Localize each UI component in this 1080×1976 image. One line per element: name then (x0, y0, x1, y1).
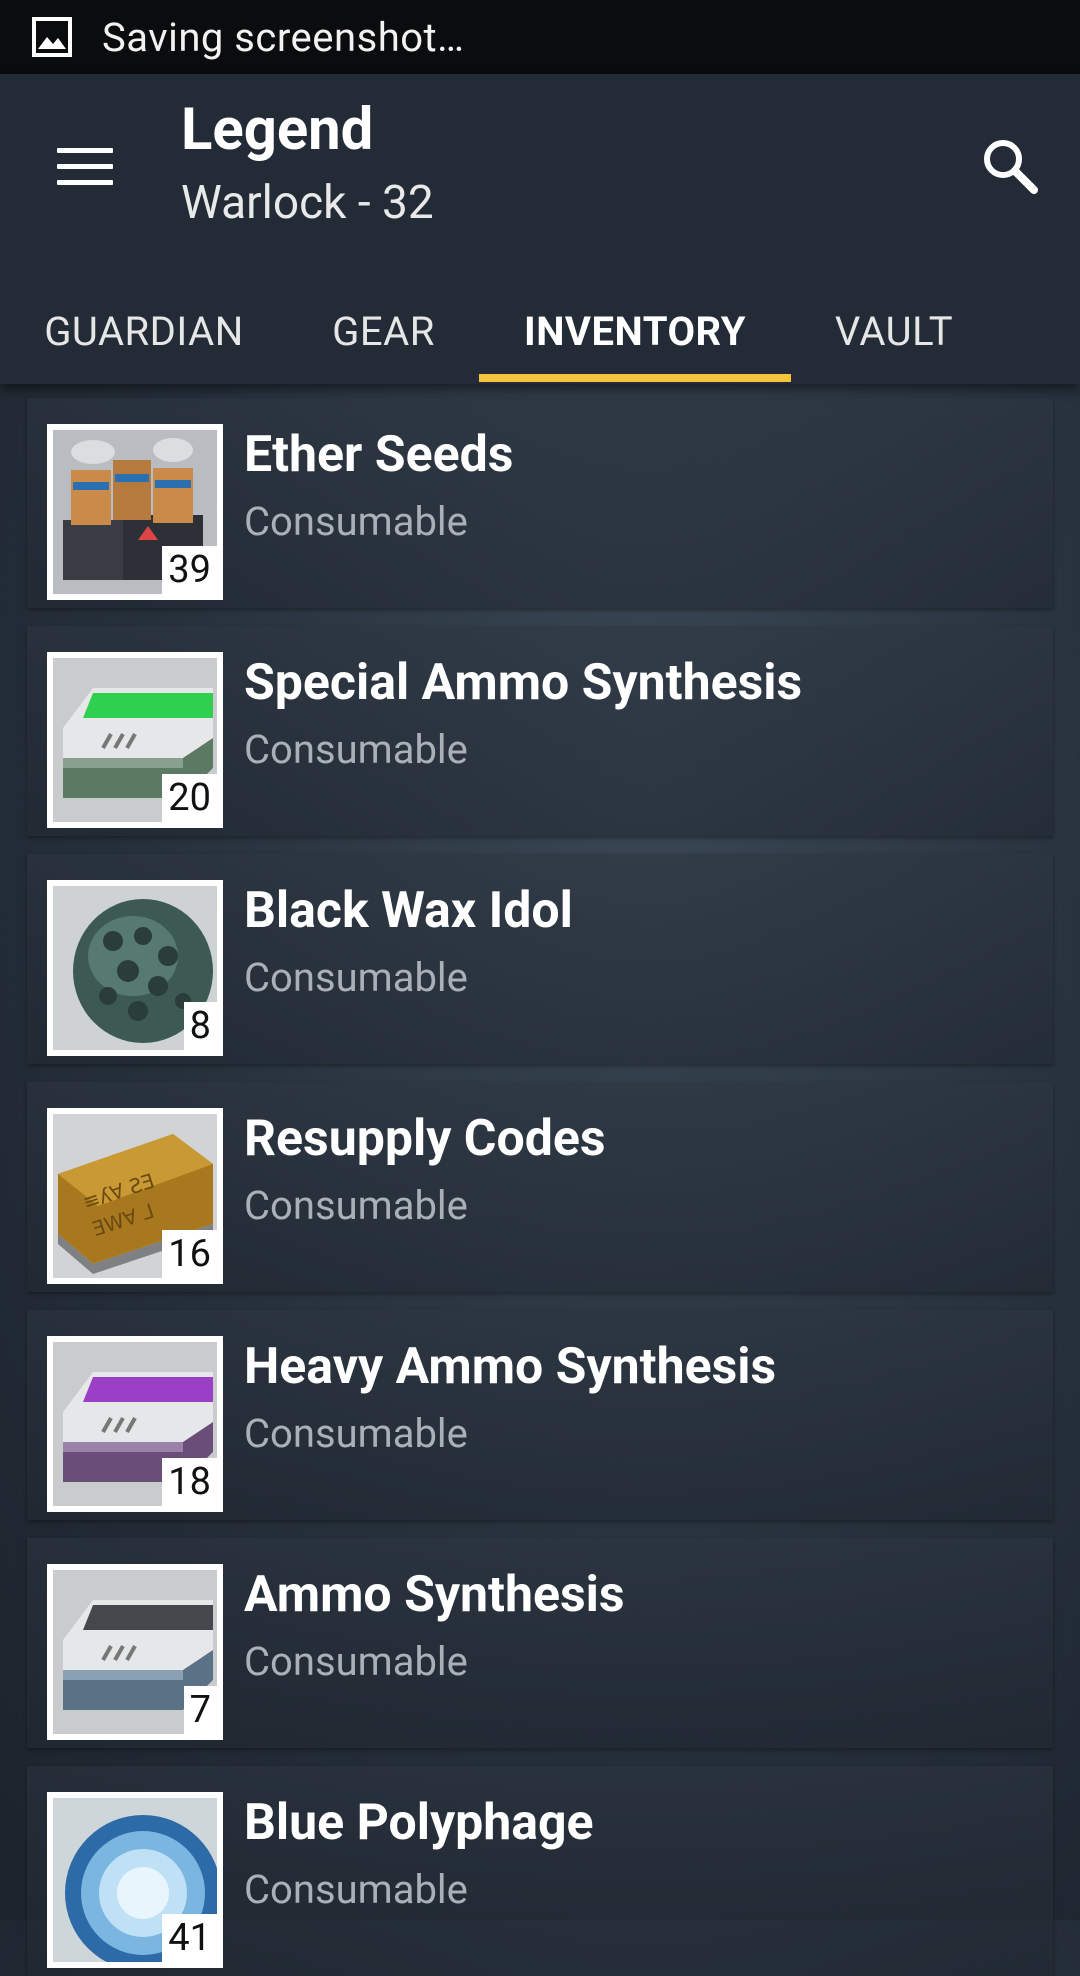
item-type: Consumable (244, 954, 468, 1001)
search-icon (984, 140, 1038, 194)
page-subtitle: Warlock - 32 (181, 176, 434, 230)
item-thumbnail: 8 (47, 880, 223, 1056)
hamburger-icon (57, 148, 113, 186)
list-item[interactable]: 7 Ammo Synthesis Consumable (27, 1538, 1053, 1748)
list-item[interactable]: 8 Black Wax Idol Consumable (27, 854, 1053, 1064)
item-thumbnail: 18 (47, 1336, 223, 1512)
item-quantity: 41 (162, 1914, 217, 1962)
tab-inventory[interactable]: INVENTORY (479, 278, 791, 384)
item-quantity: 20 (162, 774, 217, 822)
menu-button[interactable] (40, 122, 130, 212)
item-name: Blue Polyphage (244, 1794, 594, 1852)
item-name: Ammo Synthesis (244, 1566, 625, 1624)
item-quantity: 7 (183, 1686, 217, 1734)
list-item[interactable]: 39 Ether Seeds Consumable (27, 398, 1053, 608)
search-button[interactable] (970, 126, 1050, 206)
item-thumbnail: 20 (47, 652, 223, 828)
item-name: Ether Seeds (244, 426, 514, 484)
item-type: Consumable (244, 1866, 468, 1913)
list-item[interactable]: 20 Special Ammo Synthesis Consumable (27, 626, 1053, 836)
item-thumbnail: 41 (47, 1792, 223, 1968)
item-name: Special Ammo Synthesis (244, 654, 803, 712)
tab-vault[interactable]: VAULT (791, 278, 997, 384)
item-thumbnail: 7 (47, 1564, 223, 1740)
app-bar: Legend Warlock - 32 GUARDIAN GEAR INVENT… (0, 74, 1080, 384)
image-icon (32, 17, 72, 57)
item-type: Consumable (244, 1638, 468, 1685)
item-quantity: 18 (162, 1458, 217, 1506)
tab-bar: GUARDIAN GEAR INVENTORY VAULT (0, 278, 1080, 384)
page-title: Legend (181, 96, 374, 164)
status-text: Saving screenshot… (102, 13, 465, 61)
list-item[interactable]: 18 Heavy Ammo Synthesis Consumable (27, 1310, 1053, 1520)
item-thumbnail: ≡ʎ∀ ƧƎ ƎW∀ ⅃ 16 (47, 1108, 223, 1284)
tab-guardian[interactable]: GUARDIAN (0, 278, 288, 384)
item-quantity: 8 (183, 1002, 217, 1050)
list-item[interactable]: ≡ʎ∀ ƧƎ ƎW∀ ⅃ 16 Resupply Codes Consumabl… (27, 1082, 1053, 1292)
tab-gear[interactable]: GEAR (288, 278, 479, 384)
item-thumbnail: 39 (47, 424, 223, 600)
item-type: Consumable (244, 726, 468, 773)
list-item[interactable]: 41 Blue Polyphage Consumable (27, 1766, 1053, 1976)
item-type: Consumable (244, 1410, 468, 1457)
item-name: Heavy Ammo Synthesis (244, 1338, 777, 1396)
item-quantity: 39 (162, 546, 217, 594)
item-type: Consumable (244, 498, 468, 545)
status-bar: Saving screenshot… (0, 0, 1080, 74)
item-quantity: 16 (162, 1230, 217, 1278)
item-name: Resupply Codes (244, 1110, 606, 1168)
active-tab-indicator (479, 374, 791, 382)
item-type: Consumable (244, 1182, 468, 1229)
item-name: Black Wax Idol (244, 882, 573, 940)
